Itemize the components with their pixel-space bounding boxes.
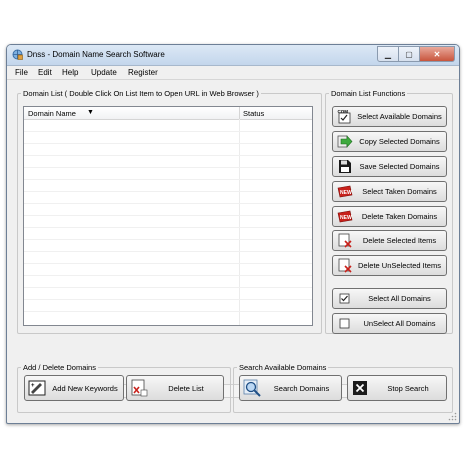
row-gridline: [24, 227, 312, 228]
row-gridline: [24, 215, 312, 216]
add-keywords-label: Add New Keywords: [52, 384, 118, 393]
domain-list-view[interactable]: Domain Name ▼ Status: [23, 106, 313, 326]
stop-search-button[interactable]: Stop Search: [347, 375, 447, 401]
search-icon: [243, 379, 261, 397]
row-gridline: [24, 155, 312, 156]
row-gridline: [24, 311, 312, 312]
minimize-icon: ▁: [384, 49, 392, 59]
column-separator[interactable]: [239, 107, 240, 119]
delete-list-label: Delete List: [168, 384, 204, 393]
delete-selected-icon: [338, 233, 352, 248]
close-button[interactable]: ✕: [420, 46, 455, 62]
copy-selected-button[interactable]: Copy Selected Domains: [332, 131, 447, 152]
stop-x-icon: [353, 381, 367, 395]
row-gridline: [24, 143, 312, 144]
row-gridline: [24, 179, 312, 180]
row-gridline: [24, 275, 312, 276]
delete-selected-button[interactable]: Delete Selected Items: [332, 230, 447, 251]
row-gridline: [24, 263, 312, 264]
menu-help[interactable]: Help: [62, 68, 78, 77]
add-delete-legend: Add / Delete Domains: [23, 363, 96, 372]
window-title: Dnss - Domain Name Search Software: [27, 50, 165, 59]
menu-update[interactable]: Update: [91, 68, 117, 77]
search-domains-label: Search Domains: [273, 384, 330, 393]
minimize-button[interactable]: ▁: [377, 46, 399, 62]
checkbox-empty-icon: [339, 318, 350, 329]
select-available-icon: COM: [338, 109, 351, 124]
select-all-button[interactable]: Select All Domains: [332, 288, 447, 309]
delete-selected-label: Delete Selected Items: [362, 236, 437, 245]
delete-taken-button[interactable]: NEW Delete Taken Domains: [332, 206, 447, 227]
copy-selected-label: Copy Selected Domains: [359, 137, 440, 146]
menu-edit[interactable]: Edit: [38, 68, 52, 77]
delete-unselected-button[interactable]: Delete UnSelected Items: [332, 255, 447, 276]
close-icon: ✕: [433, 49, 441, 59]
search-legend: Search Available Domains: [239, 363, 327, 372]
row-gridline: [24, 203, 312, 204]
checkbox-checked-icon: [339, 293, 350, 304]
delete-taken-label: Delete Taken Domains: [361, 212, 438, 221]
add-keywords-button[interactable]: + Add New Keywords: [24, 375, 124, 401]
row-gridline: [24, 167, 312, 168]
search-domains-button[interactable]: Search Domains: [239, 375, 342, 401]
row-gridline: [24, 287, 312, 288]
select-available-label: Select Available Domains: [357, 112, 442, 121]
row-gridline: [24, 131, 312, 132]
svg-text:+: +: [31, 383, 35, 389]
resize-grip-icon[interactable]: [448, 412, 457, 421]
stop-search-label: Stop Search: [387, 384, 429, 393]
row-gridline: [24, 239, 312, 240]
maximize-icon: ▢: [405, 49, 413, 59]
copy-arrow-icon: [337, 135, 353, 148]
title-bar[interactable]: Dnss - Domain Name Search Software ▁ ▢ ✕: [7, 45, 459, 66]
select-available-button[interactable]: COM Select Available Domains: [332, 106, 447, 127]
unselect-all-button[interactable]: UnSelect All Domains: [332, 313, 447, 334]
list-header: Domain Name ▼ Status: [24, 107, 312, 120]
svg-text:NEW: NEW: [340, 190, 352, 196]
select-taken-label: Select Taken Domains: [362, 187, 437, 196]
functions-legend: Domain List Functions: [331, 89, 406, 98]
column-domain-name[interactable]: Domain Name: [28, 109, 76, 118]
column-gridline: [239, 119, 240, 325]
unselect-all-label: UnSelect All Domains: [363, 319, 436, 328]
column-status[interactable]: Status: [243, 109, 264, 118]
sort-arrow-icon: ▼: [87, 109, 94, 116]
save-icon: [339, 160, 351, 173]
delete-unselected-icon: [338, 258, 352, 273]
save-selected-label: Save Selected Domains: [359, 162, 440, 171]
delete-list-button[interactable]: Delete List: [126, 375, 224, 401]
maximize-button[interactable]: ▢: [399, 46, 420, 62]
window-controls: ▁ ▢ ✕: [377, 46, 455, 62]
domain-list-legend: Domain List ( Double Click On List Item …: [23, 89, 259, 98]
row-gridline: [24, 191, 312, 192]
menu-register[interactable]: Register: [128, 68, 158, 77]
delete-taken-icon: NEW: [337, 210, 353, 223]
menu-bar: File Edit Help Update Register: [7, 66, 459, 80]
add-keywords-icon: +: [28, 380, 46, 396]
row-gridline: [24, 299, 312, 300]
menu-file[interactable]: File: [15, 68, 28, 77]
select-taken-button[interactable]: NEW Select Taken Domains: [332, 181, 447, 202]
row-gridline: [24, 251, 312, 252]
svg-text:COM: COM: [338, 109, 349, 114]
select-taken-icon: NEW: [337, 185, 353, 198]
app-globe-icon: [12, 49, 23, 60]
svg-text:NEW: NEW: [340, 215, 352, 221]
app-window: Dnss - Domain Name Search Software ▁ ▢ ✕…: [6, 44, 460, 424]
select-all-label: Select All Domains: [368, 294, 431, 303]
delete-list-icon: [131, 379, 148, 397]
save-selected-button[interactable]: Save Selected Domains: [332, 156, 447, 177]
delete-unselected-label: Delete UnSelected Items: [358, 261, 441, 270]
